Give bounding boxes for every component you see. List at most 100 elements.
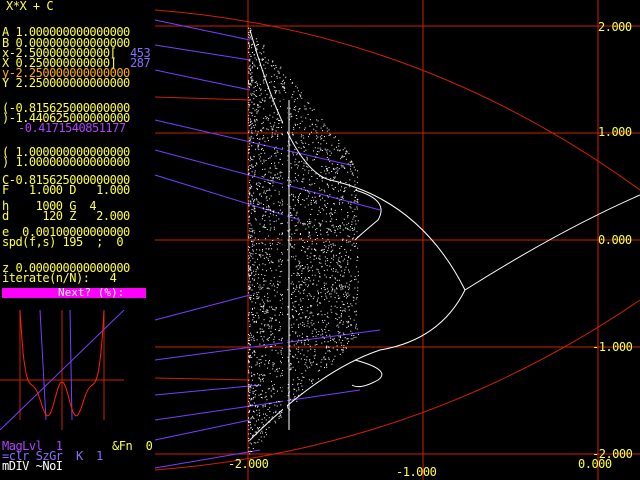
chaos-point bbox=[257, 106, 259, 108]
chaos-point bbox=[261, 430, 263, 432]
chaos-point bbox=[304, 289, 305, 291]
chaos-point bbox=[323, 282, 325, 284]
chaos-point bbox=[253, 91, 255, 93]
chaos-point bbox=[271, 306, 272, 308]
chaos-point bbox=[259, 365, 261, 367]
chaos-point bbox=[347, 338, 349, 340]
chaos-point bbox=[297, 351, 299, 353]
chaos-point bbox=[249, 335, 251, 337]
chaos-point bbox=[303, 323, 305, 325]
chaos-point bbox=[251, 230, 253, 232]
chaos-point bbox=[287, 356, 289, 358]
chaos-point bbox=[248, 450, 250, 452]
chaos-point bbox=[263, 145, 265, 147]
chaos-point bbox=[315, 156, 317, 158]
chaos-point bbox=[256, 41, 258, 43]
chaos-point bbox=[317, 304, 318, 306]
chaos-point bbox=[249, 392, 251, 393]
chaos-point bbox=[273, 277, 275, 279]
chaos-point bbox=[297, 394, 299, 396]
chaos-point bbox=[301, 120, 303, 122]
chaos-point bbox=[329, 133, 331, 135]
chaos-point bbox=[329, 351, 331, 353]
iterate-setting[interactable]: iterate(n/N): 4 bbox=[2, 272, 117, 284]
chaos-point bbox=[262, 380, 264, 382]
chaos-point bbox=[304, 127, 306, 129]
chaos-point bbox=[248, 152, 250, 154]
chaos-point bbox=[334, 297, 336, 298]
chaos-point bbox=[259, 193, 261, 195]
chaos-point bbox=[260, 89, 262, 91]
chaos-point bbox=[287, 407, 289, 409]
chaos-point bbox=[322, 330, 323, 332]
chaos-point bbox=[268, 208, 270, 210]
chaos-point bbox=[325, 276, 327, 278]
chaos-point bbox=[294, 107, 296, 108]
chaos-point bbox=[322, 197, 323, 199]
chaos-point bbox=[324, 288, 326, 290]
chaos-point bbox=[306, 198, 308, 200]
chaos-point bbox=[327, 184, 329, 186]
orbit-line bbox=[154, 294, 251, 321]
chaos-point bbox=[330, 340, 332, 342]
chaos-point bbox=[263, 176, 265, 178]
chaos-point bbox=[269, 360, 270, 362]
chaos-point bbox=[309, 269, 311, 271]
chaos-point bbox=[248, 81, 249, 83]
chaos-point bbox=[320, 171, 322, 173]
chaos-point bbox=[264, 181, 266, 182]
chaos-point bbox=[248, 34, 250, 36]
param-y-max[interactable]: Y 2.250000000000000 bbox=[2, 77, 130, 89]
chaos-point bbox=[280, 83, 282, 84]
chaos-point bbox=[264, 264, 266, 266]
chaos-point bbox=[264, 97, 266, 99]
chaos-point bbox=[336, 235, 338, 237]
chaos-point bbox=[309, 345, 311, 347]
chaos-point bbox=[259, 415, 260, 417]
chaos-point bbox=[318, 151, 320, 153]
chaos-point bbox=[261, 390, 263, 392]
chaos-point bbox=[298, 147, 300, 149]
chaos-point bbox=[317, 235, 318, 236]
next-prompt-bar[interactable]: Next? (%): bbox=[2, 287, 146, 299]
chaos-point bbox=[311, 380, 313, 382]
chaos-point bbox=[340, 182, 342, 184]
upper-bifurcation-branch bbox=[249, 29, 466, 291]
param-speed[interactable]: spd(f,s) 195 ; 0 bbox=[2, 236, 124, 248]
chaos-point bbox=[253, 200, 255, 202]
chaos-point bbox=[266, 346, 268, 348]
chaos-point bbox=[348, 294, 350, 296]
chaos-point bbox=[276, 405, 278, 407]
param-d-z[interactable]: d 120 Z 2.000 bbox=[2, 210, 130, 222]
chaos-point bbox=[253, 98, 255, 100]
chaos-point bbox=[311, 305, 313, 307]
chaos-point bbox=[248, 67, 250, 69]
chaos-point bbox=[330, 178, 332, 180]
chaos-point bbox=[289, 345, 291, 347]
chaos-point bbox=[254, 174, 256, 176]
chaos-point bbox=[268, 403, 270, 405]
chaos-point bbox=[281, 233, 283, 235]
chaos-point bbox=[259, 156, 261, 158]
chaos-point bbox=[294, 123, 296, 125]
chaos-point bbox=[266, 253, 268, 255]
chaos-point bbox=[269, 373, 271, 375]
chaos-point bbox=[276, 118, 278, 120]
chaos-point bbox=[344, 337, 346, 339]
chaos-point bbox=[251, 164, 253, 166]
chaos-point bbox=[329, 293, 331, 295]
chaos-point bbox=[306, 335, 308, 337]
chaos-point bbox=[252, 398, 254, 400]
chaos-point bbox=[266, 309, 268, 311]
chaos-point bbox=[354, 196, 356, 198]
chaos-point bbox=[253, 244, 255, 246]
chaos-point bbox=[251, 404, 253, 406]
chaos-point bbox=[348, 315, 350, 317]
chaos-point bbox=[338, 332, 340, 334]
chaos-point bbox=[276, 287, 278, 289]
chaos-point bbox=[259, 158, 261, 160]
chaos-point bbox=[300, 204, 302, 206]
chaos-point bbox=[295, 369, 296, 371]
param-f-d[interactable]: F 1.000 D 1.000 bbox=[2, 184, 130, 196]
chaos-point bbox=[303, 146, 304, 148]
